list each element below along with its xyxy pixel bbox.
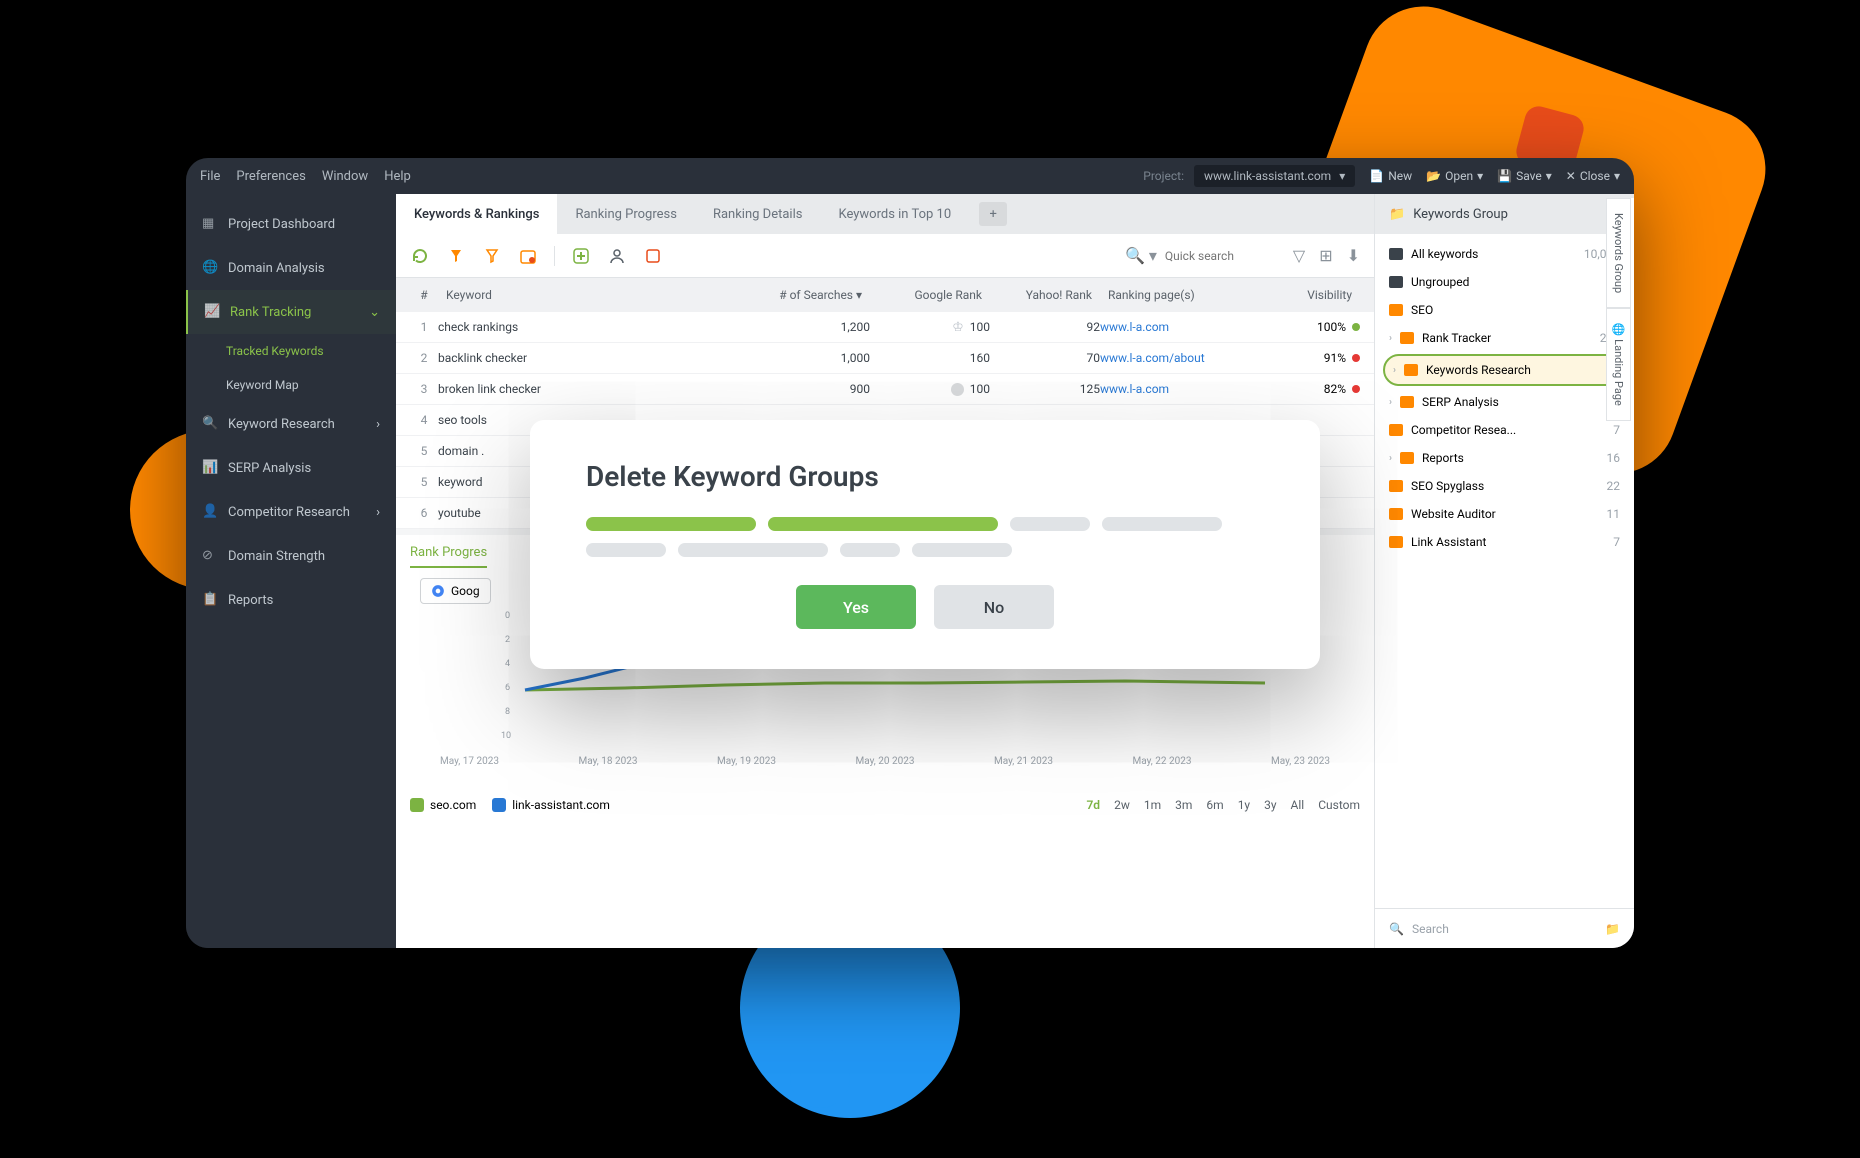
tree-item[interactable]: SEO Spyglass22 <box>1375 472 1634 500</box>
menu-file[interactable]: File <box>200 169 220 184</box>
open-button[interactable]: 📂 Open ▾ <box>1422 169 1483 183</box>
menu-preferences[interactable]: Preferences <box>236 169 305 184</box>
legend-link-assistant[interactable]: link-assistant.com <box>492 798 610 812</box>
tab-ranking-details[interactable]: Ranking Details <box>695 194 821 234</box>
modal-title: Delete Keyword Groups <box>586 460 1264 493</box>
tree-item[interactable]: Ungrouped16 <box>1375 268 1634 296</box>
svg-text:6: 6 <box>505 683 510 693</box>
range-3m[interactable]: 3m <box>1175 798 1192 812</box>
chart-title: Rank Progres <box>410 545 487 568</box>
tree-item[interactable]: ›Rank Tracker215 <box>1375 324 1634 352</box>
range-2w[interactable]: 2w <box>1114 798 1130 812</box>
project-value: www.link-assistant.com <box>1204 169 1331 183</box>
filter-icon[interactable]: ▽ <box>1293 246 1305 265</box>
delete-modal: Delete Keyword Groups Yes No <box>530 420 1320 669</box>
add-icon[interactable] <box>571 246 591 266</box>
range-7d[interactable]: 7d <box>1086 798 1100 812</box>
google-chip[interactable]: Goog <box>420 578 491 604</box>
th-visibility[interactable]: Visibility <box>1260 288 1360 302</box>
chevron-down-icon: ▾ <box>1339 169 1345 183</box>
sidebar-item-rank-tracking[interactable]: 📈Rank Tracking⌄ <box>186 290 396 334</box>
project-select[interactable]: www.link-assistant.com ▾ <box>1194 165 1355 187</box>
range-1m[interactable]: 1m <box>1144 798 1161 812</box>
decor-shape <box>790 1048 850 1108</box>
sidebar-sub-tracked-keywords[interactable]: Tracked Keywords <box>186 334 396 368</box>
table-row[interactable]: 3broken link checker900100125www.l-a.com… <box>396 374 1374 405</box>
th-pages[interactable]: Ranking page(s) <box>1100 288 1260 302</box>
th-searches[interactable]: # of Searches ▾ <box>740 288 870 302</box>
sidebar-item-competitor-research[interactable]: 👤Competitor Research› <box>186 490 396 534</box>
project-label: Project: <box>1143 169 1184 183</box>
svg-text:4: 4 <box>505 659 510 669</box>
tree-item[interactable]: SEO16 <box>1375 296 1634 324</box>
th-google-rank[interactable]: Google Rank <box>870 288 990 302</box>
tree-item[interactable]: Competitor Resea...7 <box>1375 416 1634 444</box>
range-1y[interactable]: 1y <box>1238 798 1250 812</box>
user-icon[interactable] <box>607 246 627 266</box>
funnel-colored-icon[interactable] <box>446 246 466 266</box>
search-input[interactable] <box>1165 249 1285 263</box>
sidebar-item-reports[interactable]: 📋Reports <box>186 578 396 622</box>
sidebar-item-serp-analysis[interactable]: 📊SERP Analysis <box>186 446 396 490</box>
modal-yes-button[interactable]: Yes <box>796 585 916 629</box>
right-search[interactable]: 🔍 Search📁 <box>1375 908 1634 948</box>
tree-item[interactable]: ›SERP Analysis3 <box>1375 388 1634 416</box>
table-row[interactable]: 2backlink checker1,00016070www.l-a.com/a… <box>396 343 1374 374</box>
svg-text:8: 8 <box>505 707 510 717</box>
svg-text:2: 2 <box>505 635 510 645</box>
tree-item[interactable]: Link Assistant7 <box>1375 528 1634 556</box>
sidebar-item-domain-analysis[interactable]: 🌐Domain Analysis <box>186 246 396 290</box>
sidebar-sub-keyword-map[interactable]: Keyword Map <box>186 368 396 402</box>
calendar-icon[interactable] <box>518 246 538 266</box>
right-tab-keywords-group[interactable]: Keywords Group <box>1606 198 1631 308</box>
tab-keywords-top10[interactable]: Keywords in Top 10 <box>820 194 969 234</box>
tree-item[interactable]: Website Auditor11 <box>1375 500 1634 528</box>
range-3y[interactable]: 3y <box>1264 798 1276 812</box>
right-panel: 📁Keywords Group» All keywords10,000Ungro… <box>1374 194 1634 948</box>
tree-item[interactable]: ›Reports16 <box>1375 444 1634 472</box>
right-panel-header: 📁Keywords Group» <box>1375 194 1634 234</box>
sidebar: ▦Project Dashboard 🌐Domain Analysis 📈Ran… <box>186 194 396 948</box>
svg-text:10: 10 <box>501 731 511 741</box>
th-yahoo-rank[interactable]: Yahoo! Rank <box>990 288 1100 302</box>
refresh-icon[interactable] <box>410 246 430 266</box>
range-all[interactable]: All <box>1291 798 1305 812</box>
modal-placeholder-text <box>586 517 1264 557</box>
search-icon[interactable]: 🔍 ▾ <box>1125 246 1157 265</box>
menu-window[interactable]: Window <box>322 169 368 184</box>
save-button[interactable]: 💾 Save ▾ <box>1493 169 1552 183</box>
screen-icon[interactable] <box>643 246 663 266</box>
th-number[interactable]: # <box>410 288 438 302</box>
funnel-outline-icon[interactable] <box>482 246 502 266</box>
legend-seo[interactable]: seo.com <box>410 798 476 812</box>
th-keyword[interactable]: Keyword <box>438 288 740 302</box>
range-custom[interactable]: Custom <box>1318 798 1360 812</box>
new-button[interactable]: 📄 New <box>1365 169 1412 183</box>
tab-add-button[interactable]: + <box>979 202 1007 226</box>
tree-item[interactable]: ›Keywords Research3 <box>1383 354 1626 386</box>
close-button[interactable]: ✕ Close ▾ <box>1562 169 1620 183</box>
export-icon[interactable]: ⬇ <box>1347 246 1360 265</box>
table-row[interactable]: 1check rankings1,200♔10092www.l-a.com100… <box>396 312 1374 343</box>
sidebar-item-dashboard[interactable]: ▦Project Dashboard <box>186 202 396 246</box>
tab-ranking-progress[interactable]: Ranking Progress <box>557 194 695 234</box>
modal-no-button[interactable]: No <box>934 585 1054 629</box>
range-6m[interactable]: 6m <box>1206 798 1223 812</box>
tab-keywords-rankings[interactable]: Keywords & Rankings <box>396 194 557 234</box>
sidebar-item-domain-strength[interactable]: ⊘Domain Strength <box>186 534 396 578</box>
tabs: Keywords & Rankings Ranking Progress Ran… <box>396 194 1374 234</box>
right-tab-landing-page[interactable]: 🌐 Landing Page <box>1606 308 1631 421</box>
tree-item[interactable]: All keywords10,000 <box>1375 240 1634 268</box>
grid-icon[interactable]: ⊞ <box>1319 246 1332 265</box>
menu-help[interactable]: Help <box>384 169 411 184</box>
svg-text:0: 0 <box>505 611 510 621</box>
menubar: File Preferences Window Help Project: ww… <box>186 158 1634 194</box>
toolbar: 🔍 ▾ ▽ ⊞ ⬇ <box>396 234 1374 278</box>
sidebar-item-keyword-research[interactable]: 🔍Keyword Research› <box>186 402 396 446</box>
table-header: # Keyword # of Searches ▾ Google Rank Ya… <box>396 278 1374 312</box>
